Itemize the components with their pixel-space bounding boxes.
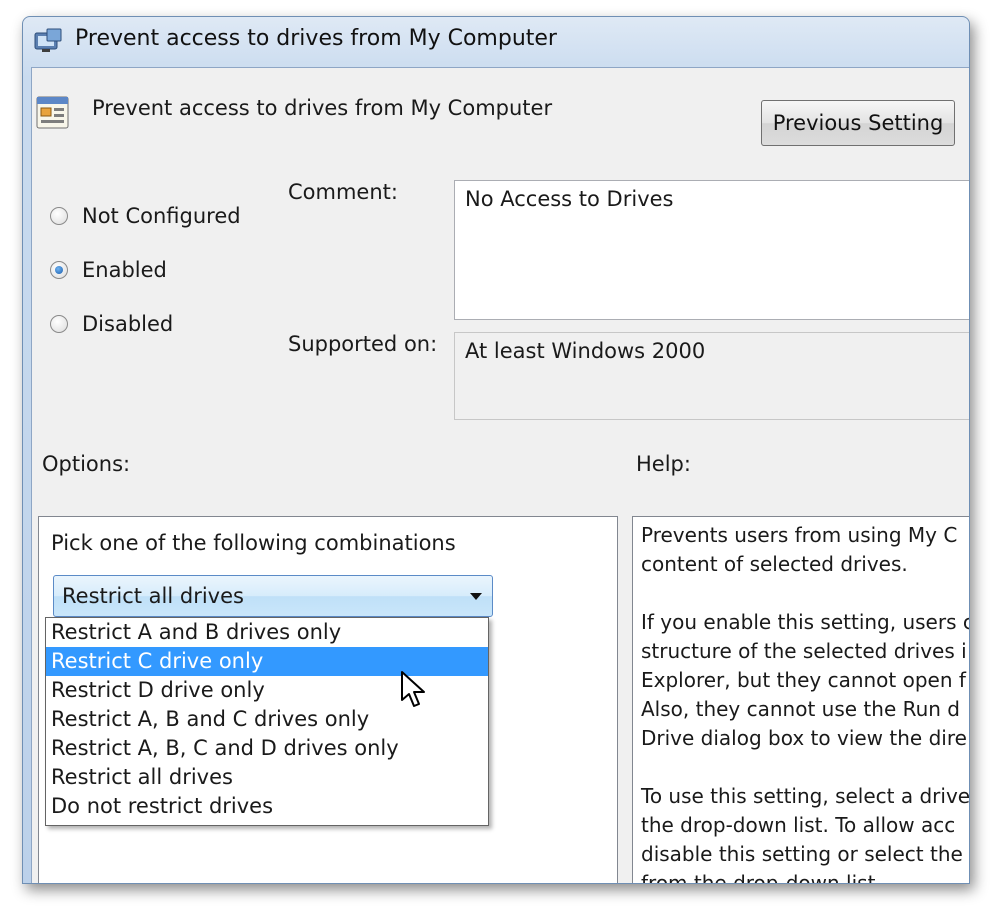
radio-disabled-circle[interactable] [50, 315, 68, 333]
drive-restriction-combobox[interactable]: Restrict all drives [53, 575, 493, 617]
policy-title: Prevent access to drives from My Compute… [92, 96, 553, 120]
options-label: Options: [42, 452, 131, 476]
chevron-down-icon[interactable] [470, 593, 482, 600]
previous-setting-button[interactable]: Previous Setting [761, 100, 955, 146]
help-line: Prevents users from using My C [641, 523, 958, 547]
help-line: structure of the selected drives i [641, 639, 967, 663]
dropdown-item[interactable]: Restrict all drives [46, 763, 488, 792]
drive-restriction-dropdown-list[interactable]: Restrict A and B drives only Restrict C … [45, 617, 489, 826]
help-line: Also, they cannot use the Run d [641, 697, 961, 721]
supported-on-field: At least Windows 2000 [454, 332, 969, 420]
help-label: Help: [636, 452, 691, 476]
combobox-value: Restrict all drives [62, 584, 244, 608]
radio-not-configured-label: Not Configured [82, 204, 241, 228]
radio-enabled-label: Enabled [82, 258, 167, 282]
help-line: Drive dialog box to view the dire [641, 726, 967, 750]
help-line: content of selected drives. [641, 552, 908, 576]
supported-on-label: Supported on: [288, 332, 438, 356]
radio-enabled-circle[interactable] [50, 261, 68, 279]
help-line: If you enable this setting, users c [641, 610, 970, 634]
radio-disabled-label: Disabled [82, 312, 174, 336]
title-bar[interactable]: Prevent access to drives from My Compute… [23, 17, 969, 65]
radio-not-configured[interactable]: Not Configured [50, 204, 241, 228]
radio-disabled[interactable]: Disabled [50, 312, 173, 336]
window-title: Prevent access to drives from My Compute… [75, 26, 557, 51]
help-line: To use this setting, select a drive [641, 784, 970, 808]
dropdown-item[interactable]: Restrict A, B, C and D drives only [46, 734, 488, 763]
comment-textarea[interactable]: No Access to Drives [454, 180, 969, 320]
dropdown-item[interactable]: Restrict A and B drives only [46, 618, 488, 647]
policy-setting-icon [36, 96, 69, 129]
options-prompt: Pick one of the following combinations [51, 531, 456, 555]
mouse-pointer-icon [401, 671, 425, 707]
help-line: from the drop-down list. [641, 871, 882, 884]
policy-window-icon [34, 28, 62, 52]
radio-enabled[interactable]: Enabled [50, 258, 167, 282]
radio-not-configured-circle[interactable] [50, 207, 68, 225]
help-text: Prevents users from using My C content o… [633, 517, 970, 884]
help-line: Explorer, but they cannot open f [641, 668, 966, 692]
help-line: the drop-down list. To allow acc [641, 813, 956, 837]
help-panel[interactable]: Prevents users from using My C content o… [632, 516, 970, 884]
dropdown-item[interactable]: Do not restrict drives [46, 792, 488, 821]
comment-label: Comment: [288, 180, 398, 204]
help-line: disable this setting or select the [641, 842, 963, 866]
